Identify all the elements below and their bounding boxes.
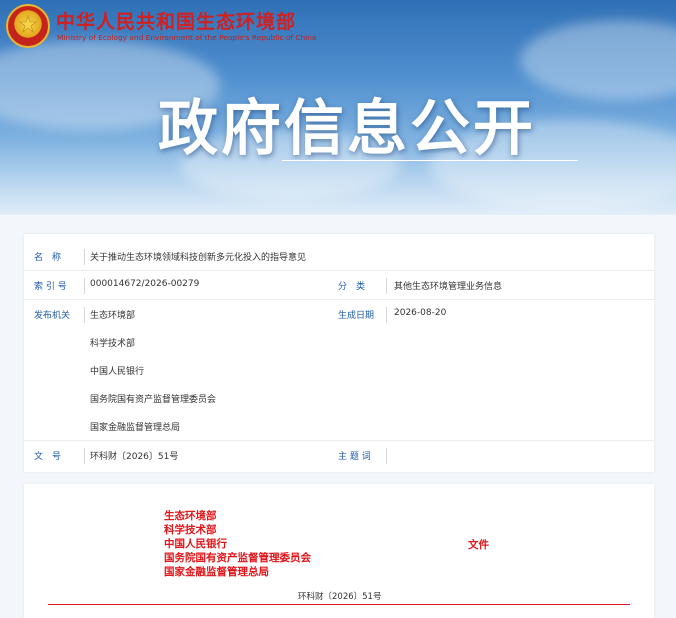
- issuer-name: 科学技术部: [164, 524, 217, 536]
- document-preview: 生态环境部 科学技术部 中国人民银行 国务院国有资产监督管理委员会 国家金融监督…: [24, 484, 654, 618]
- page-title: 政府信息公开: [158, 94, 536, 164]
- title-underline: [282, 160, 578, 161]
- separator: [84, 448, 85, 464]
- info-row-index: 索 引 号 000014672/2026-00279 分 类 其他生态环境管理业…: [24, 271, 654, 299]
- separator: [386, 307, 387, 323]
- issuer-name: 生态环境部: [164, 510, 217, 522]
- publisher-label: 发布机关: [34, 311, 71, 321]
- issuer-name: 中国人民银行: [164, 538, 227, 550]
- national-emblem-icon[interactable]: [6, 4, 50, 48]
- ministry-name-cn[interactable]: 中华人民共和国生态环境部: [56, 7, 296, 34]
- index-value: 000014672/2026-00279: [90, 279, 200, 289]
- docno-label: 文 号: [34, 452, 62, 462]
- publisher-item: 生态环境部: [90, 311, 136, 321]
- date-value: 2026-08-20: [394, 308, 447, 318]
- publisher-item: 中国人民银行: [90, 367, 145, 377]
- separator: [84, 249, 85, 265]
- issuer-name: 国务院国有资产监督管理委员会: [164, 552, 311, 564]
- red-header-line: [48, 604, 630, 605]
- date-label: 生成日期: [338, 311, 375, 321]
- header-banner: 中华人民共和国生态环境部 Ministry of Ecology and Env…: [0, 0, 676, 215]
- docno-value: 环科财〔2026〕51号: [90, 452, 179, 462]
- name-value: 关于推动生态环境领域科技创新多元化投入的指导意见: [90, 253, 307, 263]
- index-label: 索 引 号: [34, 282, 67, 292]
- document-suffix: 文件: [468, 539, 489, 551]
- info-row-name: 名 称 关于推动生态环境领域科技创新多元化投入的指导意见: [24, 242, 654, 270]
- ministry-name-en: Ministry of Ecology and Environment of t…: [57, 33, 317, 42]
- info-table: 名 称 关于推动生态环境领域科技创新多元化投入的指导意见 索 引 号 00001…: [24, 234, 654, 472]
- info-row-publisher: 发布机关 生态环境部 科学技术部 中国人民银行 国务院国有资产监督管理委员会 国…: [24, 300, 654, 440]
- publisher-item: 国务院国有资产监督管理委员会: [90, 395, 217, 405]
- keywords-label: 主 题 词: [338, 452, 371, 462]
- separator: [84, 307, 85, 323]
- publisher-item: 国家金融监督管理总局: [90, 423, 181, 433]
- cloud-decoration: [520, 20, 676, 100]
- separator: [84, 278, 85, 294]
- separator: [386, 278, 387, 294]
- separator: [386, 448, 387, 464]
- category-label: 分 类: [338, 282, 366, 292]
- document-number: 环科财〔2026〕51号: [298, 592, 382, 602]
- publisher-item: 科学技术部: [90, 339, 136, 349]
- issuer-name: 国家金融监督管理总局: [164, 566, 269, 578]
- info-row-docno: 文 号 环科财〔2026〕51号 主 题 词: [24, 441, 654, 469]
- name-label: 名 称: [34, 253, 62, 263]
- category-value: 其他生态环境管理业务信息: [394, 282, 503, 292]
